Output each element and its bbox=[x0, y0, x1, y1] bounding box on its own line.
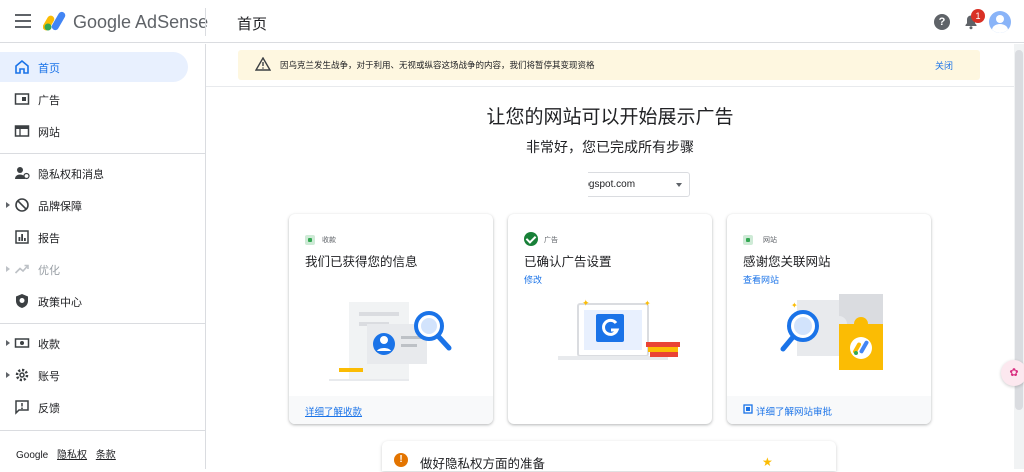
sites-illustration: ✦ bbox=[780, 294, 883, 370]
adsense-logo-icon[interactable] bbox=[43, 11, 67, 31]
footer-google: Google bbox=[16, 450, 49, 461]
sidebar-item-policy-center[interactable]: 政策中心 bbox=[0, 286, 206, 316]
ads-icon bbox=[14, 93, 30, 105]
payments-info-card: 收款 我们已获得您的信息 详细了解收款 bbox=[289, 214, 493, 424]
sidebar-item-home[interactable]: 首页 bbox=[0, 52, 188, 82]
sidebar-item-label: 政策中心 bbox=[38, 297, 82, 309]
sites-status-icon bbox=[743, 235, 753, 245]
sidebar-item-label: 账号 bbox=[38, 371, 60, 383]
privacy-messaging-icon bbox=[15, 167, 30, 180]
expand-arrow-icon[interactable] bbox=[6, 372, 10, 378]
site-selector-mask bbox=[528, 172, 588, 199]
card-footer: 详细了解收款 bbox=[289, 396, 493, 424]
payments-icon bbox=[14, 338, 30, 348]
main-menu-icon[interactable] bbox=[15, 14, 31, 28]
top-app-bar: Google AdSense 首页 ? 1 bbox=[0, 0, 1024, 43]
sidebar-item-label: 隐私权和消息 bbox=[38, 169, 104, 181]
sidebar-item-label: 品牌保障 bbox=[38, 201, 82, 213]
sidebar-item-label: 首页 bbox=[38, 63, 60, 75]
warning-icon bbox=[255, 57, 271, 71]
sidebar-footer: Google 隐私权 条款 bbox=[16, 446, 122, 461]
sidebar-item-optimization[interactable]: 优化 bbox=[0, 254, 206, 284]
expand-arrow-icon[interactable] bbox=[6, 340, 10, 346]
footer-terms-link[interactable]: 条款 bbox=[96, 450, 116, 461]
policy-center-icon bbox=[16, 294, 28, 308]
alert-text: 因乌克兰发生战争，对于利用、无视或纵容这场战争的内容，我们将暂停其变现资格 bbox=[280, 60, 595, 70]
payments-illustration bbox=[329, 302, 452, 381]
ready-subhead: 非常好，您已完成所有步骤 bbox=[526, 139, 694, 155]
page-title: 首页 bbox=[237, 16, 268, 33]
reports-icon bbox=[15, 230, 29, 244]
card-title: 已确认广告设置 bbox=[524, 255, 612, 269]
sites-icon bbox=[14, 125, 30, 137]
privacy-card-title: 做好隐私权方面的准备 bbox=[420, 457, 546, 471]
card-category: 广告 bbox=[544, 237, 558, 244]
sidebar-item-label: 反馈 bbox=[38, 403, 60, 415]
sidebar-item-privacy-messaging[interactable]: 隐私权和消息 bbox=[0, 158, 206, 188]
account-gear-icon bbox=[15, 368, 29, 382]
header-divider bbox=[205, 8, 206, 36]
optimization-icon bbox=[14, 264, 29, 274]
sidebar-nav: 首页 广告 网站 隐私权和消息 品牌保障 报告 优化 政策中心 收款 账号 反馈… bbox=[0, 44, 206, 469]
war-policy-alert-banner: 因乌克兰发生战争，对于利用、无视或纵容这场战争的内容，我们将暂停其变现资格 关闭 bbox=[238, 50, 980, 80]
svg-text:✦: ✦ bbox=[791, 301, 798, 310]
card-category: 网站 bbox=[763, 237, 777, 244]
card-title: 感谢您关联网站 bbox=[743, 255, 831, 269]
sites-card: 网站 感谢您关联网站 查看网站 ✦ 详细了解网站审批 bbox=[727, 214, 931, 424]
content-divider bbox=[206, 86, 1014, 87]
sidebar-item-ads[interactable]: 广告 bbox=[0, 84, 206, 114]
help-icon[interactable]: ? bbox=[934, 14, 950, 30]
expand-arrow-icon[interactable] bbox=[6, 202, 10, 208]
app-name[interactable]: Google AdSense bbox=[73, 12, 208, 33]
sidebar-divider bbox=[0, 323, 205, 324]
ready-headline: 让您的网站可以开始展示广告 bbox=[486, 107, 734, 128]
feedback-icon bbox=[15, 400, 29, 415]
notification-count-badge: 1 bbox=[971, 9, 985, 23]
learn-more-payments-link[interactable]: 详细了解收款 bbox=[305, 404, 362, 418]
ads-settings-card: 广告 已确认广告设置 修改 ✦ ✦ bbox=[508, 214, 712, 424]
sidebar-item-label: 广告 bbox=[38, 95, 60, 107]
ads-illustration: ✦ ✦ bbox=[558, 298, 680, 360]
check-circle-icon bbox=[524, 232, 538, 246]
home-icon bbox=[15, 59, 29, 74]
sidebar-item-label: 报告 bbox=[38, 233, 60, 245]
card-footer: 详细了解网站审批 bbox=[727, 396, 931, 424]
learn-more-site-approval-link[interactable]: 详细了解网站审批 bbox=[756, 404, 832, 418]
account-avatar[interactable] bbox=[989, 11, 1011, 33]
alert-circle-icon: ! bbox=[394, 453, 408, 467]
sidebar-item-label: 收款 bbox=[38, 339, 60, 351]
privacy-prep-card: ! 做好隐私权方面的准备 ★ bbox=[382, 441, 836, 471]
sidebar-item-label: 网站 bbox=[38, 127, 60, 139]
sidebar-divider bbox=[0, 430, 205, 431]
sidebar-item-payments[interactable]: 收款 bbox=[0, 328, 206, 358]
sidebar-item-reports[interactable]: 报告 bbox=[0, 222, 206, 252]
open-in-new-icon bbox=[743, 404, 753, 414]
svg-text:✦: ✦ bbox=[644, 299, 651, 308]
svg-text:✦: ✦ bbox=[582, 298, 590, 308]
card-title: 我们已获得您的信息 bbox=[305, 255, 418, 269]
payments-status-icon bbox=[305, 235, 315, 245]
star-icon: ★ bbox=[762, 455, 773, 469]
chevron-down-icon bbox=[676, 183, 682, 187]
alert-close-button[interactable]: 关闭 bbox=[935, 59, 953, 72]
sidebar-divider bbox=[0, 153, 205, 154]
sidebar-item-sites[interactable]: 网站 bbox=[0, 116, 206, 146]
sidebar-item-brand-safety[interactable]: 品牌保障 bbox=[0, 190, 206, 220]
sidebar-item-label: 优化 bbox=[38, 265, 60, 277]
brand-safety-icon bbox=[15, 198, 29, 212]
card-category: 收款 bbox=[322, 237, 336, 244]
site-selector-dropdown[interactable]: in.blogspot.com bbox=[528, 172, 690, 199]
sidebar-item-account[interactable]: 账号 bbox=[0, 360, 206, 390]
sidebar-item-feedback[interactable]: 反馈 bbox=[0, 392, 206, 422]
footer-privacy-link[interactable]: 隐私权 bbox=[57, 450, 87, 461]
expand-arrow-icon[interactable] bbox=[6, 266, 10, 272]
scrollbar-thumb[interactable] bbox=[1015, 50, 1023, 410]
floating-assistant-icon[interactable]: ✿ bbox=[1001, 360, 1024, 386]
